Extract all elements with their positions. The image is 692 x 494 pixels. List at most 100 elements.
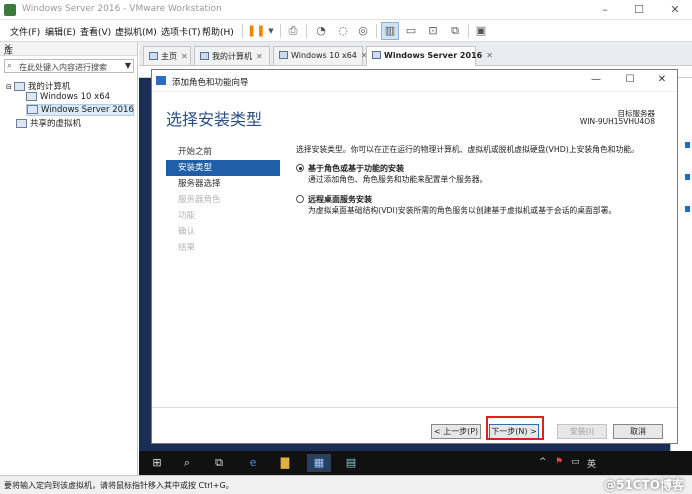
chevron-down-icon[interactable]: ▼ (262, 22, 280, 40)
close-icon[interactable]: ✕ (664, 2, 686, 18)
minimize-icon[interactable]: — (586, 74, 606, 85)
task-view-icon[interactable]: ⧉ (207, 454, 231, 472)
collapse-icon[interactable]: ⊟ (6, 83, 12, 91)
snapshot-icon[interactable]: ◔ (312, 22, 330, 40)
step-server-roles: 服务器角色 (178, 195, 221, 205)
vm-icon (372, 51, 381, 59)
windows-start-icon[interactable]: ⊞ (145, 454, 169, 472)
vm-icon (27, 105, 38, 114)
cancel-button[interactable]: 取消 (613, 424, 663, 439)
watermark: @51CTO博客 (604, 478, 684, 492)
home-icon (149, 52, 158, 60)
menu-help[interactable]: 帮助(H) (202, 25, 234, 38)
tab-my-computer[interactable]: 我的计算机 ✕ (194, 46, 270, 65)
full-screen-icon[interactable]: ⊡ (424, 22, 442, 40)
tab-close-icon[interactable]: ✕ (181, 52, 188, 61)
tree-node-vm-selected[interactable]: Windows Server 2016 (26, 104, 134, 116)
computer-icon (200, 52, 209, 60)
shared-vm-icon (16, 119, 27, 128)
thumbnail-bar-icon[interactable]: ▭ (402, 22, 420, 40)
library-header: 库 ✕ (0, 42, 137, 57)
edge-marker (685, 142, 690, 148)
maximize-icon[interactable]: ☐ (620, 74, 640, 85)
window-title: Windows Server 2016 - VMware Workstation (22, 4, 222, 14)
option-role-based-title: 基于角色或基于功能的安装 (308, 164, 404, 173)
next-button-highlight (486, 416, 544, 440)
wizard-steps: 开始之前 安装类型 服务器选择 服务器角色 功能 确认 结果 (166, 144, 280, 256)
toolbar-separator (242, 24, 243, 38)
menu-bar: 文件(F) 编辑(E) 查看(V) 虚拟机(M) 选项卡(T) 帮助(H) ❚❚… (0, 20, 692, 42)
wizard-taskbar-icon[interactable]: ▤ (339, 454, 363, 472)
search-placeholder: 在此处键入内容进行搜索 (19, 63, 107, 72)
tab-close-icon[interactable]: ✕ (256, 52, 263, 61)
close-library-icon[interactable]: ✕ (4, 43, 133, 53)
edge-marker (685, 174, 690, 180)
revert-snapshot-icon[interactable]: ◌ (334, 22, 352, 40)
unity-icon[interactable]: ⧉ (446, 22, 464, 40)
radio-remote-desktop[interactable] (296, 195, 304, 203)
chevron-down-icon[interactable]: ▼ (125, 61, 131, 70)
file-explorer-icon[interactable]: ▇ (273, 454, 297, 472)
option-remote-desktop-desc: 为虚拟桌面基础结构(VDI)安装所需的角色服务以创建基于虚拟机或基于会话的桌面部… (308, 206, 617, 215)
send-keys-icon[interactable]: ⎙ (284, 22, 302, 40)
step-installation-type[interactable]: 安装类型 (166, 160, 280, 176)
install-button: 安装(I) (557, 424, 607, 439)
computer-icon (13, 82, 25, 91)
ime-indicator[interactable]: 英 (587, 457, 596, 470)
menu-edit[interactable]: 编辑(E) (45, 25, 76, 38)
radio-role-based[interactable] (296, 164, 304, 172)
tray-network-icon[interactable]: ▭ (571, 457, 580, 467)
server-manager-icon[interactable]: ▦ (307, 454, 331, 472)
snapshot-manager-icon[interactable]: ◎ (354, 22, 372, 40)
search-icon: ⌕ (7, 61, 13, 71)
vmware-titlebar: Windows Server 2016 - VMware Workstation… (0, 0, 692, 20)
edge-marker (685, 206, 690, 212)
wizard-titlebar: 添加角色和功能向导 — ☐ ✕ (152, 70, 677, 92)
step-features: 功能 (178, 211, 196, 221)
show-library-icon[interactable]: ▥ (381, 22, 399, 40)
back-button[interactable]: < 上一步(P) (431, 424, 481, 439)
wizard-footer-divider (152, 407, 677, 408)
tray-warning-icon[interactable]: ⚑ (555, 457, 563, 467)
toolbar-separator (468, 24, 469, 38)
menu-file[interactable]: 文件(F) (10, 25, 40, 38)
toolbar-separator (280, 24, 281, 38)
tree-node-vm[interactable]: Windows 10 x64 (26, 92, 110, 104)
menu-vm[interactable]: 虚拟机(M) (115, 25, 157, 38)
option-role-based-desc: 通过添加角色、角色服务和功能来配置单个服务器。 (308, 175, 488, 184)
toolbar-separator (306, 24, 307, 38)
step-before-you-begin[interactable]: 开始之前 (166, 144, 280, 160)
guest-taskbar: ⊞ ⌕ ⧉ e ▇ ▦ ▤ ^ ⚑ ▭ 英 (139, 451, 692, 475)
library-search-input[interactable]: ⌕ 在此处键入内容进行搜索 ▼ (4, 59, 134, 73)
console-view-icon[interactable]: ▣ (472, 22, 490, 40)
wizard-heading: 选择安装类型 (166, 110, 263, 129)
step-confirmation: 确认 (178, 227, 196, 237)
status-bar: 要将输入定向到该虚拟机，请将鼠标指针移入其中或按 Ctrl+G。 @51CTO博… (0, 475, 692, 494)
tab-close-icon[interactable]: ✕ (486, 51, 493, 60)
destination-server-name: WIN-9UH15VHU4O8 (579, 117, 655, 126)
maximize-icon[interactable]: ☐ (628, 2, 650, 18)
vm-icon (26, 92, 37, 101)
menu-view[interactable]: 查看(V) (80, 25, 111, 38)
vm-icon (279, 51, 288, 59)
wizard-icon (156, 76, 166, 85)
status-text: 要将输入定向到该虚拟机，请将鼠标指针移入其中或按 Ctrl+G。 (4, 481, 234, 490)
menu-tabs[interactable]: 选项卡(T) (161, 25, 201, 38)
search-icon[interactable]: ⌕ (175, 454, 199, 472)
tab-windows10[interactable]: Windows 10 x64 ✕ (273, 46, 368, 65)
intro-text: 选择安装类型。你可以在正在运行的物理计算机、虚拟机或脱机虚拟硬盘(VHD)上安装… (296, 145, 639, 154)
tree-node-shared[interactable]: 共享的虚拟机 (16, 117, 81, 129)
tray-chevron-icon[interactable]: ^ (539, 457, 547, 467)
step-results: 结果 (178, 243, 196, 253)
ie-icon[interactable]: e (241, 454, 265, 472)
tab-home[interactable]: 主页 ✕ (143, 46, 191, 65)
step-server-selection[interactable]: 服务器选择 (166, 176, 280, 192)
vmware-app-icon (4, 4, 16, 16)
add-roles-wizard: 添加角色和功能向导 — ☐ ✕ 选择安装类型 目标服务器 WIN-9UH15VH… (151, 69, 678, 444)
close-icon[interactable]: ✕ (652, 74, 672, 85)
minimize-icon[interactable]: – (594, 2, 616, 18)
tree-node-my-computer[interactable]: ⊟ 我的计算机 (6, 80, 70, 92)
library-panel: 库 ✕ ⌕ 在此处键入内容进行搜索 ▼ ⊟ 我的计算机 Windows 10 x6… (0, 42, 138, 475)
option-remote-desktop-title: 远程桌面服务安装 (308, 195, 372, 204)
tab-windows-server[interactable]: Windows Server 2016 ✕ (366, 46, 493, 66)
